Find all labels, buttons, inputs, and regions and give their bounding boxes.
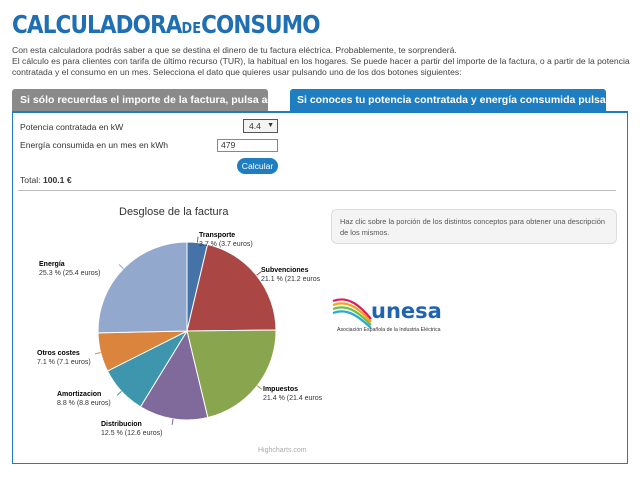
chevron-down-icon: ▼ (267, 122, 274, 129)
pie-label-name: Distribucion (101, 421, 142, 428)
title-consumo: CONSUMO (201, 10, 321, 39)
intro-line-2: El cálculo es para clientes con tarifa d… (12, 56, 630, 77)
pie-label-otros-costes: Otros costes 7.1 % (7.1 euros) (37, 349, 91, 367)
unesa-logo: unesa Asociación Española de la Industri… (331, 293, 457, 335)
pie-label-value: 25.3 % (25.4 euros) (39, 270, 101, 277)
pie-chart: Transporte 3.7 % (3.7 euros) Subvenciones 2… (13, 205, 333, 465)
pie-slice-energía[interactable] (97, 241, 188, 334)
tab-importe[interactable]: Si sólo recuerdas el importe de la factu… (12, 89, 286, 111)
pie-label-name: Impuestos (263, 386, 299, 393)
logo-subtitle: Asociación Española de la Industria Eléc… (337, 327, 441, 333)
pie-label-value: 7.1 % (7.1 euros) (37, 359, 91, 366)
divider (18, 190, 616, 191)
pie-label-energía: Energía 25.3 % (25.4 euros) (39, 260, 100, 278)
pie-label-subvenciones: Subvenciones 21.1 % (21.2 euros (261, 266, 320, 284)
title-de: DE (181, 19, 202, 37)
pie-label-impuestos: Impuestos 21.4 % (21.4 euros (263, 385, 322, 403)
pie-connector (94, 351, 101, 355)
pie-label-name: Amortizacion (57, 391, 102, 398)
pie-label-distribucion: Distribucion 12.5 % (12.6 euros) (101, 420, 162, 438)
pie-label-name: Subvenciones (261, 267, 309, 274)
pie-svg (94, 236, 277, 425)
calcular-button[interactable]: Calcular (237, 158, 278, 174)
pie-label-value: 21.4 % (21.4 euros (263, 395, 323, 402)
page-title: CALCULADORADECONSUMO (12, 8, 321, 45)
pie-connector (171, 418, 174, 425)
pie-connector (118, 264, 124, 270)
total-line: Total: 100.1 € (20, 175, 72, 185)
total-label: Total: (20, 175, 41, 185)
pie-label-value: 12.5 % (12.6 euros) (101, 430, 163, 437)
pie-connector (256, 385, 263, 390)
pie-connector (116, 390, 122, 396)
pie-label-value: 21.1 % (21.2 euros (261, 276, 321, 283)
energia-input[interactable]: 479 (217, 139, 278, 152)
intro-line-1: Con esta calculadora podrás saber a que … (12, 45, 457, 55)
potencia-select-value: 4.4 (249, 121, 261, 131)
pie-connector (196, 236, 199, 243)
pie-label-value: 8.8 % (8.8 euros) (57, 400, 111, 407)
energia-label: Energía consumida en un mes en kWh (20, 140, 169, 150)
tab-potencia[interactable]: Si conoces tu potencia contratada y ener… (290, 89, 633, 111)
chart-credit: Highcharts.com (258, 447, 307, 454)
pie-label-value: 3.7 % (3.7 euros) (199, 241, 253, 248)
pie-label-name: Energía (39, 261, 65, 268)
potencia-select[interactable]: 4.4 ▼ (243, 119, 278, 133)
pie-label-amortizacion: Amortizacion 8.8 % (8.8 euros) (57, 390, 111, 408)
potencia-label: Potencia contratada en kW (20, 122, 124, 132)
pie-label-name: Transporte (199, 232, 236, 239)
hint-box: Haz clic sobre la porción de los distint… (331, 209, 617, 244)
calculator-panel: Potencia contratada en kW 4.4 ▼ Energía … (12, 111, 628, 464)
total-value: 100.1 € (42, 175, 72, 185)
intro-text: Con esta calculadora podrás saber a que … (12, 45, 630, 78)
pie-label-transporte: Transporte 3.7 % (3.7 euros) (199, 231, 253, 249)
title-calculadora: CALCULADORA (12, 10, 182, 39)
logo-word: unesa (371, 299, 442, 323)
pie-label-name: Otros costes (37, 350, 80, 357)
